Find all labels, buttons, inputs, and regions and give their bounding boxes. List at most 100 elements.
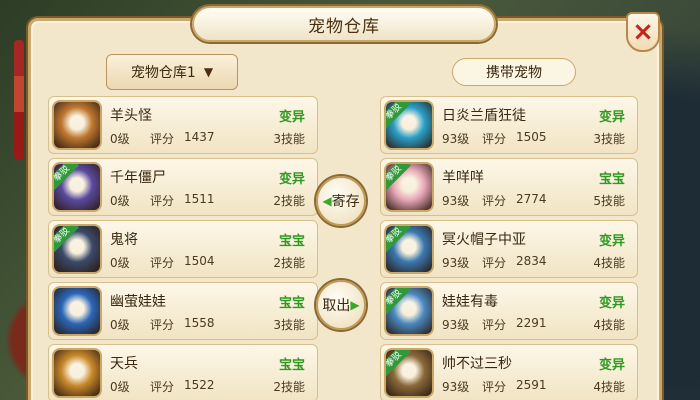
pet-info: 娃娃有毒 变异 93级 评分 2291 4技能 [434,283,637,339]
pet-name: 冥火帽子中亚 [442,232,526,248]
pet-level: 0级 [110,318,130,332]
pet-skills: 2技能 [273,194,305,208]
pet-type: 宝宝 [278,234,305,249]
pet-row[interactable]: 幽萤娃娃 宝宝 0级 评分 1558 3技能 [48,282,318,340]
pet-type: 变异 [598,234,625,249]
pet-name: 千年僵尸 [110,170,166,186]
pet-row[interactable]: 拳驳 娃娃有毒 变异 93级 评分 2291 4技能 [380,282,638,340]
pet-info: 幽萤娃娃 宝宝 0级 评分 1558 3技能 [102,283,317,339]
pet-stats: 93级 评分 2291 [442,316,576,333]
pet-stats: 93级 评分 2834 [442,254,576,271]
pet-stats: 93级 评分 1505 [442,130,576,147]
pet-avatar: 拳驳 [52,162,102,212]
pet-score: 2774 [516,192,547,206]
pet-score: 2591 [516,378,547,392]
pet-level: 0级 [110,194,130,208]
pet-info: 鬼将 宝宝 0级 评分 1504 2技能 [102,221,317,277]
pet-level: 93级 [442,318,470,332]
pet-portrait-icon [54,102,100,148]
pet-info: 羊头怪 变异 0级 评分 1437 3技能 [102,97,317,153]
pet-skills: 4技能 [593,318,625,332]
pet-level: 93级 [442,256,470,270]
pet-skills: 3技能 [593,132,625,146]
pet-info: 羊咩咩 宝宝 93级 评分 2774 5技能 [434,159,637,215]
pet-name: 娃娃有毒 [442,294,498,310]
pet-avatar [52,100,102,150]
pet-level: 0级 [110,256,130,270]
storage-dropdown[interactable]: 宠物仓库1 ▼ [106,54,238,90]
pet-row[interactable]: 拳驳 羊咩咩 宝宝 93级 评分 2774 5技能 [380,158,638,216]
score-label: 评分 [150,194,175,208]
arrow-right-icon: ▶ [350,298,360,312]
pet-row[interactable]: 拳驳 日炎兰盾狂徒 变异 93级 评分 1505 3技能 [380,96,638,154]
arrow-left-icon: ◀ [322,194,332,208]
pet-score: 2834 [516,254,547,268]
pet-info: 冥火帽子中亚 变异 93级 评分 2834 4技能 [434,221,637,277]
pet-level: 0级 [110,132,130,146]
pet-stats: 0级 评分 1558 [110,316,244,333]
pet-type: 宝宝 [278,358,305,373]
carried-pet-list: 拳驳 日炎兰盾狂徒 变异 93级 评分 1505 3技能 拳驳 羊咩咩 宝宝 93级 评分 2774 5技… [380,96,638,400]
pet-name: 鬼将 [110,232,138,248]
pet-type: 变异 [598,110,625,125]
pet-row[interactable]: 天兵 宝宝 0级 评分 1522 2技能 [48,344,318,400]
pet-row[interactable]: 拳驳 帅不过三秒 变异 93级 评分 2591 4技能 [380,344,638,400]
pet-portrait-icon [54,350,100,396]
score-label: 评分 [482,318,507,332]
pet-row[interactable]: 拳驳 冥火帽子中亚 变异 93级 评分 2834 4技能 [380,220,638,278]
pet-skills: 5技能 [593,194,625,208]
close-icon: × [632,17,654,47]
pet-type: 变异 [598,358,625,373]
pet-info: 千年僵尸 变异 0级 评分 1511 2技能 [102,159,317,215]
pet-skills: 3技能 [273,318,305,332]
pet-stats: 0级 评分 1504 [110,254,244,271]
close-button[interactable]: × [626,12,660,52]
pet-stats: 0级 评分 1511 [110,192,244,209]
pet-type: 变异 [278,110,305,125]
pet-name: 羊咩咩 [442,170,484,186]
pet-level: 93级 [442,132,470,146]
deposit-button[interactable]: ◀ 寄存 [316,176,366,226]
pet-info: 天兵 宝宝 0级 评分 1522 2技能 [102,345,317,400]
pet-score: 1437 [184,130,215,144]
pet-skills: 2技能 [273,380,305,394]
pet-skills: 2技能 [273,256,305,270]
pet-skills: 4技能 [593,380,625,394]
score-label: 评分 [150,318,175,332]
pet-row[interactable]: 拳驳 鬼将 宝宝 0级 评分 1504 2技能 [48,220,318,278]
pet-portrait-icon [54,288,100,334]
withdraw-button[interactable]: 取出 ▶ [316,280,366,330]
pet-avatar: 拳驳 [384,162,434,212]
pet-name: 天兵 [110,356,138,372]
pet-type: 宝宝 [278,296,305,311]
pet-type: 变异 [278,172,305,187]
pet-stats: 0级 评分 1522 [110,378,244,395]
pet-row[interactable]: 拳驳 千年僵尸 变异 0级 评分 1511 2技能 [48,158,318,216]
pet-score: 1505 [516,130,547,144]
pet-level: 93级 [442,380,470,394]
lantern-decoration [14,40,24,160]
pet-stats: 93级 评分 2591 [442,378,576,395]
pet-avatar: 拳驳 [384,224,434,274]
storage-dropdown-value: 宠物仓库1 [130,65,196,81]
pet-name: 羊头怪 [110,108,152,124]
pet-info: 帅不过三秒 变异 93级 评分 2591 4技能 [434,345,637,400]
carried-pets-label: 携带宠物 [452,58,576,86]
pet-level: 0级 [110,380,130,394]
pet-stats: 93级 评分 2774 [442,192,576,209]
storage-pet-list: 羊头怪 变异 0级 评分 1437 3技能 拳驳 千年僵尸 变异 0级 评分 1511 2技能 拳驳 鬼将宝… [48,96,318,400]
score-label: 评分 [482,132,507,146]
pet-score: 1511 [184,192,215,206]
score-label: 评分 [482,380,507,394]
pet-score: 2291 [516,316,547,330]
pet-avatar: 拳驳 [384,100,434,150]
score-label: 评分 [482,194,507,208]
pet-avatar [52,286,102,336]
pet-name: 帅不过三秒 [442,356,512,372]
pet-skills: 4技能 [593,256,625,270]
pet-row[interactable]: 羊头怪 变异 0级 评分 1437 3技能 [48,96,318,154]
score-label: 评分 [482,256,507,270]
pet-type: 变异 [598,296,625,311]
pet-avatar: 拳驳 [52,224,102,274]
score-label: 评分 [150,380,175,394]
